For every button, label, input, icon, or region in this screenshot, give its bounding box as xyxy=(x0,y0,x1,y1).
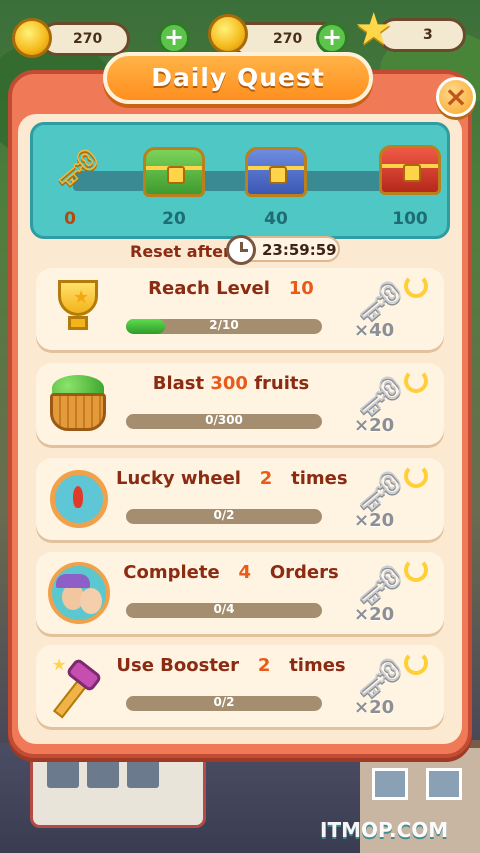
milestone-40: 40 xyxy=(264,209,288,229)
reward-multiplier: ×20 xyxy=(354,510,395,531)
quest-progress-bar: 0/300 xyxy=(126,414,322,429)
customers-icon xyxy=(44,560,114,626)
close-icon: × xyxy=(444,80,468,113)
silver-key-icon: 🗝 xyxy=(356,279,405,323)
booster-hammer-icon: ★ xyxy=(44,653,114,719)
coin-icon xyxy=(12,18,52,58)
coin-count: 270 xyxy=(73,31,103,47)
quest-title: Blast 300 fruits xyxy=(152,373,310,394)
reward-multiplier: ×20 xyxy=(354,604,395,625)
timer-value: 23:59:59 xyxy=(262,241,337,259)
quest-title: Reach Level 10 xyxy=(148,278,314,299)
quest-card[interactable]: Lucky wheel 2 times 0/2 🗝 ×20 xyxy=(36,458,444,540)
blue-chest-icon[interactable] xyxy=(245,147,307,197)
lucky-wheel-icon xyxy=(44,466,114,532)
top-resource-bar: 270 + 270 + 3 ★ xyxy=(0,0,480,60)
timer-box: 23:59:59 xyxy=(226,235,340,265)
watermark: ITMOP.COM xyxy=(320,818,449,842)
add-coins-button[interactable]: + xyxy=(158,22,190,54)
milestone-0: 0 xyxy=(64,209,76,229)
coin-icon-2 xyxy=(208,14,248,54)
silver-key-icon: 🗝 xyxy=(356,563,405,607)
refresh-icon[interactable] xyxy=(404,464,428,488)
panel-title: Daily Quest xyxy=(103,52,373,104)
add-coins-button-2[interactable]: + xyxy=(316,22,348,54)
coin-count-2: 270 xyxy=(273,31,303,47)
quest-progress-bar: 0/2 xyxy=(126,509,322,524)
silver-key-icon: 🗝 xyxy=(356,656,405,700)
quest-progress-bar: 0/2 xyxy=(126,696,322,711)
reward-multiplier: ×20 xyxy=(354,697,395,718)
clock-icon xyxy=(226,235,256,265)
quest-progress-text: 0/2 xyxy=(213,509,235,522)
green-chest-icon[interactable] xyxy=(143,147,205,197)
quest-card[interactable]: Complete 4 Orders 0/4 🗝 ×20 xyxy=(36,552,444,634)
close-button[interactable]: × xyxy=(436,77,476,117)
quest-progress-bar: 0/4 xyxy=(126,603,322,618)
quest-progress-text: 0/4 xyxy=(213,603,235,616)
reward-multiplier: ×20 xyxy=(354,415,395,436)
reward-progress-band: 🗝 0 20 40 100 xyxy=(30,122,450,239)
milestone-20: 20 xyxy=(162,209,186,229)
star-icon: ★ xyxy=(354,4,394,55)
fruit-basket-icon xyxy=(44,371,114,437)
silver-key-icon: 🗝 xyxy=(356,469,405,513)
gold-key-icon: 🗝 xyxy=(55,148,101,189)
star-count: 3 xyxy=(423,27,433,43)
silver-key-icon: 🗝 xyxy=(356,374,405,418)
refresh-icon[interactable] xyxy=(404,558,428,582)
quest-card[interactable]: ★ Use Booster 2 times 0/2 🗝 ×20 xyxy=(36,645,444,727)
quest-card[interactable]: Blast 300 fruits 0/300 🗝 ×20 xyxy=(36,363,444,445)
reset-label: Reset after xyxy=(130,242,231,261)
quest-card[interactable]: ★ Reach Level 10 2/10 🗝 ×40 xyxy=(36,268,444,350)
refresh-icon[interactable] xyxy=(404,274,428,298)
quest-progress-text: 2/10 xyxy=(209,319,239,332)
milestone-100: 100 xyxy=(392,209,428,229)
reward-multiplier: ×40 xyxy=(354,320,395,341)
refresh-icon[interactable] xyxy=(404,651,428,675)
trophy-icon: ★ xyxy=(44,276,114,342)
quest-title: Complete 4 Orders xyxy=(123,562,339,583)
quest-progress-text: 0/300 xyxy=(205,414,243,427)
red-chest-icon[interactable] xyxy=(379,145,441,195)
quest-title: Use Booster 2 times xyxy=(116,655,346,676)
refresh-icon[interactable] xyxy=(404,369,428,393)
coin-counter: 270 xyxy=(40,22,130,56)
quest-title: Lucky wheel 2 times xyxy=(116,468,348,489)
quest-progress-bar: 2/10 xyxy=(126,319,322,334)
quest-progress-text: 0/2 xyxy=(213,696,235,709)
